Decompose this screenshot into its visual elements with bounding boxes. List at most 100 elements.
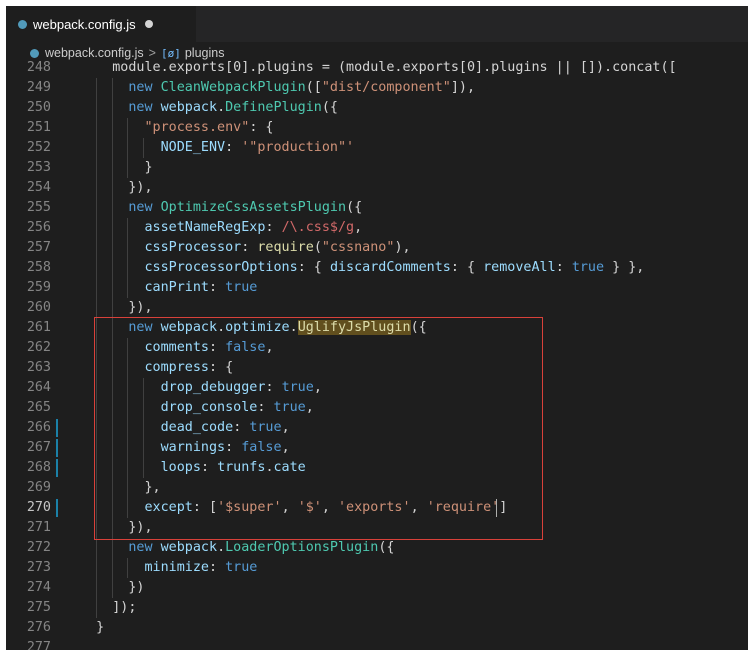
code-token: /\.css$/g (281, 220, 355, 235)
code-token: new (128, 80, 161, 95)
code-token: }), (80, 300, 153, 315)
code-token: new (128, 100, 161, 115)
code-line[interactable]: 255 new OptimizeCssAssetsPlugin({ (6, 198, 748, 218)
line-number: 259 (26, 280, 51, 295)
line-number: 258 (26, 260, 51, 275)
modified-line-marker (56, 439, 58, 457)
code-token: } (80, 620, 105, 635)
line-number: 267 (26, 440, 51, 455)
code-line[interactable]: 253 } (6, 158, 748, 178)
modified-line-marker (56, 499, 58, 517)
code-line[interactable]: 252 NODE_ENV: '"production"' (6, 138, 748, 158)
code-text: }), (80, 298, 153, 318)
code-token: ({ (378, 540, 395, 555)
code-token: : { (297, 260, 330, 275)
line-number: 277 (26, 640, 51, 650)
code-text: } (80, 158, 153, 178)
line-number: 262 (26, 340, 51, 355)
code-text: } (80, 618, 104, 638)
line-number: 275 (26, 600, 51, 615)
code-line[interactable]: 249 new CleanWebpackPlugin(["dist/compon… (6, 78, 748, 98)
code-text: new CleanWebpackPlugin(["dist/component"… (80, 78, 475, 98)
modified-line-marker (56, 419, 58, 437)
line-number: 269 (26, 480, 51, 495)
indent-guide (127, 558, 129, 578)
line-number: 271 (26, 520, 51, 535)
indent-guide (143, 138, 145, 158)
code-token: true (225, 280, 258, 295)
code-text: }), (80, 178, 153, 198)
line-number: 264 (26, 380, 51, 395)
code-token: cssProcessorOptions (144, 260, 298, 275)
code-text: cssProcessorOptions: { discardComments: … (80, 258, 645, 278)
code-token: canPrint (144, 280, 210, 295)
code-line[interactable]: 251 "process.env": { (6, 118, 748, 138)
code-token: }), (80, 180, 153, 195)
code-token: webpack (160, 100, 218, 115)
annotation-highlight-box (94, 317, 543, 540)
code-line[interactable]: 276 } (6, 618, 748, 638)
line-number: 248 (26, 60, 51, 75)
code-text: assetNameRegExp: /\.css$/g, (80, 218, 363, 238)
code-line[interactable]: 259 canPrint: true (6, 278, 748, 298)
code-text: NODE_ENV: '"production"' (80, 138, 355, 158)
code-token: } (80, 160, 153, 175)
code-token: new (128, 540, 161, 555)
line-number: 252 (26, 140, 51, 155)
code-line[interactable]: 248 module.exports[0].plugins = (module.… (6, 58, 748, 78)
tab-bar: webpack.config.js (6, 6, 748, 42)
line-number: 268 (26, 460, 51, 475)
code-token: : { (249, 120, 274, 135)
line-number: 263 (26, 360, 51, 375)
line-number: 257 (26, 240, 51, 255)
code-token: ), (394, 240, 411, 255)
code-line[interactable]: 277 (6, 638, 748, 650)
code-token: ({ (321, 100, 338, 115)
code-token: minimize (144, 560, 210, 575)
modified-line-marker (56, 459, 58, 477)
code-token: : (225, 140, 242, 155)
code-line[interactable]: 260 }), (6, 298, 748, 318)
code-line[interactable]: 273 minimize: true (6, 558, 748, 578)
line-number: 253 (26, 160, 51, 175)
code-token: } }, (604, 260, 645, 275)
line-number: 272 (26, 540, 51, 555)
code-token: . (217, 540, 226, 555)
code-text: cssProcessor: require("cssnano"), (80, 238, 411, 258)
unsaved-dot-icon[interactable] (144, 20, 153, 28)
code-token: ]), (450, 80, 476, 95)
code-line[interactable]: 258 cssProcessorOptions: { discardCommen… (6, 258, 748, 278)
code-token: LoaderOptionsPlugin (225, 540, 379, 555)
code-line[interactable]: 250 new webpack.DefinePlugin({ (6, 98, 748, 118)
code-text: canPrint: true (80, 278, 258, 298)
code-token: : (209, 560, 226, 575)
code-token: assetNameRegExp (144, 220, 266, 235)
line-number: 276 (26, 620, 51, 635)
line-number: 254 (26, 180, 51, 195)
code-line[interactable]: 274 }) (6, 578, 748, 598)
line-number: 265 (26, 400, 51, 415)
code-line[interactable]: 272 new webpack.LoaderOptionsPlugin({ (6, 538, 748, 558)
code-token: removeAll (483, 260, 556, 275)
tab-webpack-config[interactable]: webpack.config.js (6, 6, 196, 42)
code-token: webpack (160, 540, 218, 555)
js-file-icon (18, 19, 27, 29)
code-token: "cssnano" (321, 240, 395, 255)
code-token: true (571, 260, 605, 275)
code-line[interactable]: 275 ]); (6, 598, 748, 618)
code-token: discardComments (329, 260, 451, 275)
code-line[interactable]: 257 cssProcessor: require("cssnano"), (6, 238, 748, 258)
code-text: ]); (80, 598, 136, 618)
code-token: ([ (305, 80, 322, 95)
code-text: module.exports[0].plugins = (module.expo… (80, 58, 676, 78)
code-token: CleanWebpackPlugin (160, 80, 306, 95)
code-line[interactable]: 256 assetNameRegExp: /\.css$/g, (6, 218, 748, 238)
code-token: cssProcessor (144, 240, 242, 255)
code-token: require (257, 240, 314, 255)
code-line[interactable]: 254 }), (6, 178, 748, 198)
tab-title: webpack.config.js (33, 16, 136, 32)
